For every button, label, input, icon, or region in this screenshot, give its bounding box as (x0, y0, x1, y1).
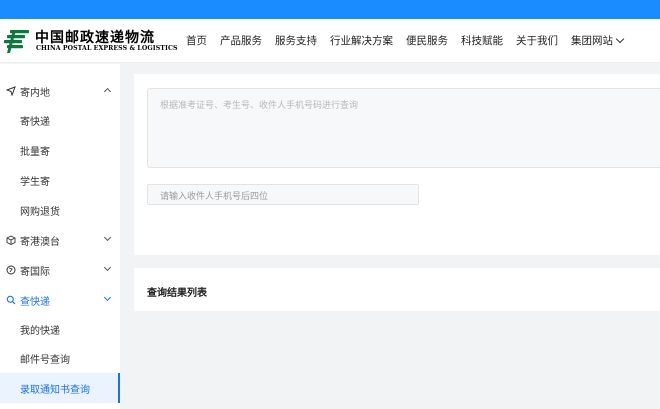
sidebar-item-student-send[interactable]: 学生寄 (0, 165, 120, 195)
sidebar-item-online-return[interactable]: 网购退货 (0, 195, 120, 225)
send-icon (6, 86, 16, 96)
sidebar-group-label: 查快递 (20, 296, 50, 308)
sidebar-item-admission-notice-query[interactable]: 录取通知书查询 (0, 373, 120, 403)
box-icon (6, 235, 16, 245)
nav-about[interactable]: 关于我们 (516, 33, 558, 48)
query-textarea[interactable]: 根据准考证号、考生号、收件人手机号码进行查询 (147, 88, 660, 168)
nav-convenience[interactable]: 便民服务 (406, 33, 448, 48)
results-title: 查询结果列表 (147, 288, 207, 299)
nav-support[interactable]: 服务支持 (275, 33, 317, 48)
nav-technology[interactable]: 科技赋能 (461, 33, 503, 48)
sidebar-group-mainland[interactable]: 寄内地 (0, 76, 120, 106)
ems-logo[interactable]: 中国邮政速递物流 CHINA POSTAL EXPRESS & LOGISTIC… (3, 27, 177, 57)
results-panel (134, 268, 660, 311)
main-nav: 首页 产品服务 服务支持 行业解决方案 便民服务 科技赋能 关于我们 集团网站 (186, 33, 636, 48)
chevron-down-icon (615, 34, 625, 43)
sidebar: 寄内地 寄快递 批量寄 学生寄 网购退货 寄港澳台 寄国际 查快递 我的快递 邮… (0, 64, 120, 409)
sidebar-item-label: 录取通知书查询 (20, 384, 90, 396)
nav-group-site-label: 集团网站 (571, 35, 613, 47)
globe-icon (6, 265, 16, 275)
nav-home[interactable]: 首页 (186, 33, 207, 48)
phone-last4-input[interactable]: 请输入收件人手机号后四位 (147, 184, 419, 205)
chevron-up-icon (103, 87, 112, 96)
chevron-down-icon (103, 233, 112, 242)
sidebar-item-my-express[interactable]: 我的快递 (0, 314, 120, 344)
chevron-down-icon (103, 293, 112, 302)
site-header: 中国邮政速递物流 CHINA POSTAL EXPRESS & LOGISTIC… (0, 19, 660, 63)
sidebar-group-hk-macao-taiwan[interactable]: 寄港澳台 (0, 225, 120, 255)
brand-name-cn: 中国邮政速递物流 (35, 30, 155, 46)
active-indicator (118, 373, 120, 403)
search-icon (6, 295, 16, 305)
top-color-bar (0, 0, 660, 19)
sidebar-group-label: 寄内地 (20, 87, 50, 99)
sidebar-item-send-express[interactable]: 寄快递 (0, 105, 120, 135)
sidebar-group-international[interactable]: 寄国际 (0, 255, 120, 285)
sidebar-group-track[interactable]: 查快递 (0, 285, 120, 315)
brand-name-en: CHINA POSTAL EXPRESS & LOGISTICS (36, 45, 178, 52)
china-post-emblem-icon (4, 30, 29, 53)
nav-products[interactable]: 产品服务 (220, 33, 262, 48)
sidebar-group-label: 寄港澳台 (20, 236, 60, 248)
sidebar-item-batch-send[interactable]: 批量寄 (0, 135, 120, 165)
sidebar-item-mail-number-query[interactable]: 邮件号查询 (0, 343, 120, 373)
chevron-down-icon (103, 263, 112, 272)
sidebar-group-label: 寄国际 (20, 266, 50, 278)
nav-solutions[interactable]: 行业解决方案 (330, 33, 393, 48)
nav-group-site[interactable]: 集团网站 (571, 33, 625, 48)
